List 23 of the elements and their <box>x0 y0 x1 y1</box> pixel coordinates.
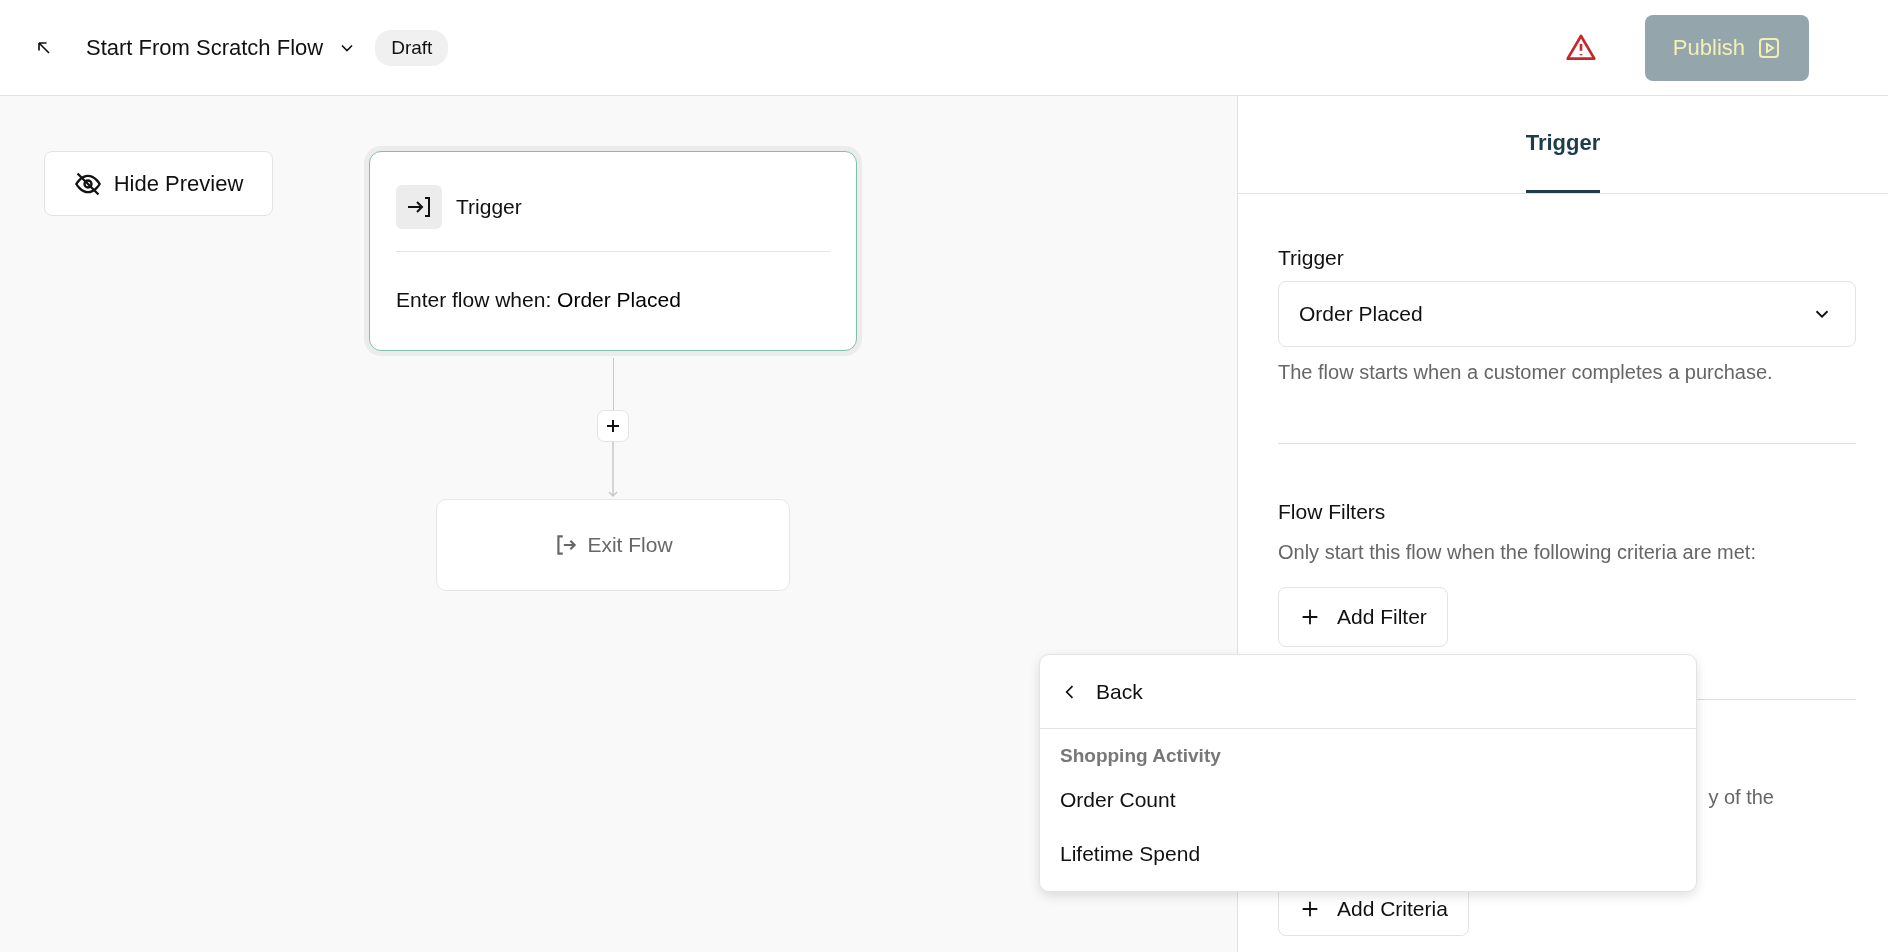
help-text: y of the <box>1708 785 1774 810</box>
hide-preview-button[interactable]: Hide Preview <box>44 151 273 216</box>
menu-section-title: Shopping Activity <box>1059 744 1222 768</box>
section-title: Flow Filters <box>1278 500 1386 524</box>
play-icon <box>1757 35 1781 60</box>
flow-title: Start From Scratch Flow <box>86 34 324 61</box>
help-text: The flow starts when a customer completes a purchase. <box>1278 360 1773 385</box>
add-step-button[interactable] <box>597 410 629 442</box>
node-title: Trigger <box>456 195 522 219</box>
panel-tab[interactable]: Trigger <box>1525 96 1601 193</box>
field-label: Trigger <box>1278 246 1344 270</box>
add-filter-button[interactable]: Add Filter <box>1278 587 1448 647</box>
menu-item[interactable]: Order Count <box>1040 773 1696 827</box>
enter-icon <box>396 185 442 229</box>
exit-node[interactable]: Exit Flow <box>436 499 790 591</box>
status-badge: Draft <box>375 29 449 66</box>
help-text: Only start this flow when the following criteria are met: <box>1278 540 1756 565</box>
trigger-select[interactable]: Order Placed <box>1278 281 1856 347</box>
node-value: Order Placed <box>557 288 681 311</box>
node-label: Enter flow when: <box>396 288 552 311</box>
connector-arrow <box>607 442 619 498</box>
menu-item[interactable]: Lifetime Spend <box>1040 827 1696 881</box>
back-button[interactable]: Back <box>1040 655 1696 729</box>
